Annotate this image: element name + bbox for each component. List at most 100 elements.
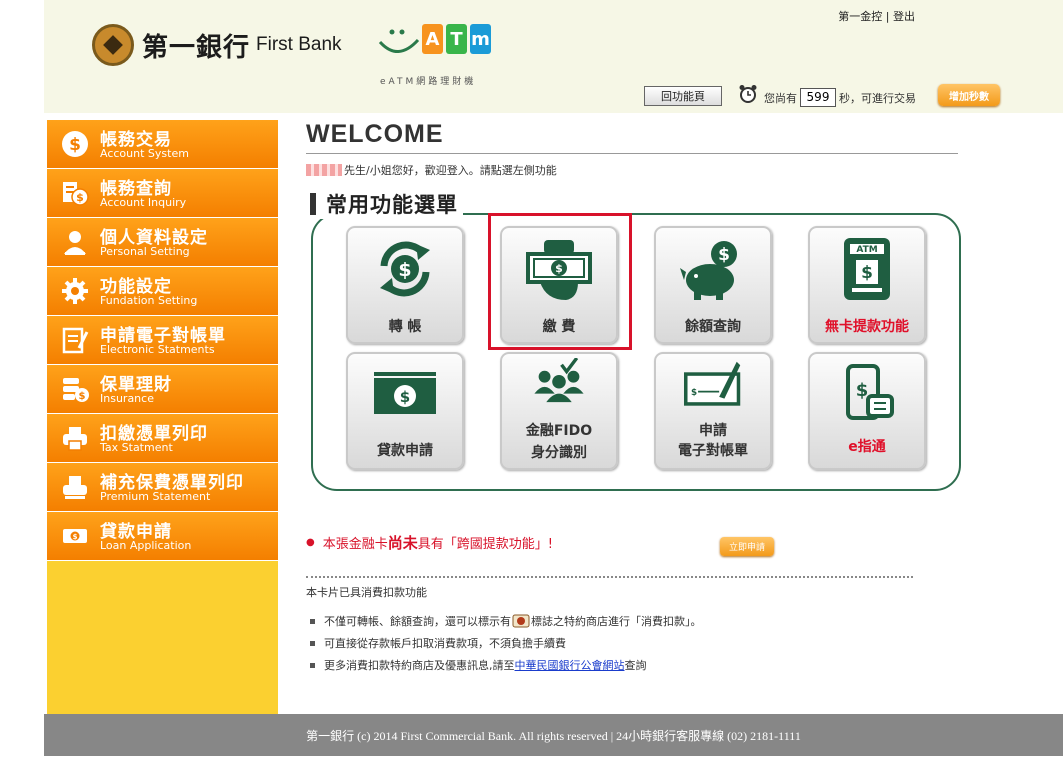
svg-text:$: $ (69, 135, 81, 155)
tile-label-line2: 身分識別 (531, 445, 587, 461)
piggy-bank-icon: $ (680, 241, 737, 300)
title-marker (310, 193, 316, 215)
user-icon (64, 231, 86, 255)
bank-logo: 第一銀行 First Bank (92, 24, 342, 66)
tile-label: 金融FIDO (525, 423, 593, 439)
mobile-pay-icon: $ (846, 364, 894, 420)
cross-border-notice: ● 本張金融卡 尚未 具有「跨國提款功能」! (306, 532, 553, 553)
menu-title-text: 常用功能選單 (326, 193, 458, 217)
svg-text:$: $ (691, 388, 697, 398)
group-link[interactable]: 第一金控 (838, 10, 882, 23)
tile-balance-inquiry[interactable]: $ 餘額查詢 (654, 226, 772, 344)
timer-value: 599 (800, 88, 836, 107)
notice-pre: 本張金融卡 (322, 537, 388, 552)
bullet-icon: ▸ (43, 140, 48, 149)
top-links: 第一金控 | 登出 (838, 8, 915, 24)
sidebar-item-sublabel: Insurance (100, 392, 154, 405)
bullet-icon: ▸ (43, 483, 48, 492)
bullet-icon: ▸ (43, 336, 48, 345)
tile-label: 餘額查詢 (685, 319, 741, 335)
list-item: 更多消費扣款特約商店及優惠訊息,請至 中華民國銀行公會網站 查詢 (310, 654, 702, 676)
notice-emphasis: 尚未 (387, 534, 418, 552)
atm-tiles: A T m (422, 24, 491, 54)
svg-text:$: $ (718, 245, 730, 265)
apply-now-button[interactable]: 立即申請 (720, 537, 774, 556)
sidebar-item-sublabel: Fundation Setting (100, 294, 198, 307)
tile-loan-application[interactable]: $ 貸款申請 (346, 352, 464, 470)
list-item-text: 更多消費扣款特約商店及優惠訊息,請至 (324, 659, 515, 672)
svg-text:ATM: ATM (856, 245, 877, 255)
sidebar-item-loan-application[interactable]: ▸ $ 貸款申請 Loan Application (43, 512, 278, 561)
list-item-text-tail: 查詢 (624, 659, 647, 672)
sidebar-item-sublabel: Personal Setting (100, 245, 190, 258)
svg-text:$: $ (73, 533, 78, 541)
logout-link[interactable]: 登出 (893, 10, 915, 23)
bullet-icon: ▸ (43, 532, 48, 541)
cash-icon: $ (63, 529, 87, 543)
tile-label: 貸款申請 (377, 443, 433, 459)
tile-label: 轉 帳 (388, 319, 422, 335)
top-links-separator: | (885, 10, 890, 23)
tile-label: 無卡提款功能 (825, 319, 909, 335)
bank-name-zh: 第一銀行 (142, 32, 251, 63)
sidebar-item-sublabel: Loan Application (100, 539, 192, 552)
sidebar-item-account-inquiry[interactable]: ▸ $ 帳務查詢 Account Inquiry (43, 169, 278, 218)
bank-name-en: First Bank (256, 34, 342, 55)
sidebar-item-account-system[interactable]: ▸ $ 帳務交易 Account System (43, 120, 278, 169)
notice-bullet: ● (306, 537, 315, 548)
sidebar-item-premium-statement[interactable]: ▸ 補充保費憑單列印 Premium Statement (43, 463, 278, 512)
title-divider (306, 153, 958, 154)
ledger-icon: $ (63, 182, 89, 206)
atm-tile-a: A (422, 24, 443, 54)
masked-name (306, 164, 342, 176)
footer: 第一銀行 (c) 2014 First Commercial Bank. All… (44, 714, 1063, 756)
list-item: 可直接從存款帳戶扣取消費款項，不須負擔手續費 (310, 632, 702, 654)
bullet-icon: ▸ (43, 287, 48, 296)
svg-text:$: $ (79, 391, 86, 402)
sidebar-item-function-setting[interactable]: ▸ 功能設定 Fundation Setting (43, 267, 278, 316)
greeting: 先生/小姐您好，歡迎登入。請點選左側功能 (306, 162, 557, 178)
sidebar-item-sublabel: Tax Statment (100, 441, 173, 454)
menu-title: 常用功能選單 (310, 189, 458, 219)
sidebar-item-sublabel: Account System (100, 147, 189, 160)
tile-e-statement[interactable]: $ 申請 電子對帳單 (654, 352, 772, 470)
smile-icon (378, 29, 420, 53)
tile-e-pay[interactable]: $ e指通 (808, 352, 926, 470)
add-time-button[interactable]: 增加秒數 (938, 84, 1000, 106)
square-bullet-icon (310, 618, 315, 624)
bullet-icon: ▸ (43, 189, 48, 198)
sidebar-item-tax-statement[interactable]: ▸ 扣繳憑單列印 Tax Statment (43, 414, 278, 463)
dollar-icon: $ (62, 131, 88, 157)
tile-label: e指通 (848, 439, 886, 455)
sidebar: ▸ $ 帳務交易 Account System ▸ $ 帳務查詢 Account… (43, 120, 278, 714)
tile-transfer[interactable]: $ 轉 帳 (346, 226, 464, 344)
card-info-list: 不僅可轉帳、餘額查詢，還可以標示有 標誌之特約商店進行「消費扣款」。 可直接從存… (310, 610, 702, 676)
printer-icon (63, 427, 87, 451)
svg-text:$: $ (398, 259, 411, 281)
sidebar-item-sublabel: Premium Statement (100, 490, 211, 503)
tile-label-line2: 電子對帳單 (678, 443, 748, 459)
bankers-association-link[interactable]: 中華民國銀行公會網站 (515, 657, 625, 673)
sidebar-item-sublabel: Account Inquiry (100, 196, 187, 209)
square-bullet-icon (310, 640, 315, 646)
atm-tile-m: m (470, 24, 491, 54)
svg-text:$: $ (400, 388, 410, 406)
list-item-text-tail: 標誌之特約商店進行「消費扣款」。 (531, 615, 702, 628)
tile-fido-identity[interactable]: 金融FIDO 身分識別 (500, 352, 618, 470)
list-item: 不僅可轉帳、餘額查詢，還可以標示有 標誌之特約商店進行「消費扣款」。 (310, 610, 702, 632)
session-timer: 您尚有 599 秒，可進行交易 (764, 88, 916, 107)
back-to-menu-button[interactable]: 回功能頁 (644, 86, 722, 106)
sidebar-item-sublabel: Electronic Statments (100, 343, 215, 356)
notice-post: 具有「跨國提款功能」! (417, 537, 553, 552)
atm-icon: ATM $ (844, 238, 890, 300)
sidebar-item-insurance[interactable]: ▸ $ 保單理財 Insurance (43, 365, 278, 414)
bullet-icon: ▸ (43, 238, 48, 247)
timer-suffix: 秒，可進行交易 (839, 91, 916, 105)
statement-icon (62, 327, 89, 354)
tile-cardless-withdrawal[interactable]: ATM $ 無卡提款功能 (808, 226, 926, 344)
sidebar-item-personal-setting[interactable]: ▸ 個人資料設定 Personal Setting (43, 218, 278, 267)
fido-icon (534, 358, 584, 403)
cheque-icon: $ (684, 361, 741, 406)
sidebar-item-e-statement[interactable]: ▸ 申請電子對帳單 Electronic Statments (43, 316, 278, 365)
timer-prefix: 您尚有 (764, 91, 797, 105)
